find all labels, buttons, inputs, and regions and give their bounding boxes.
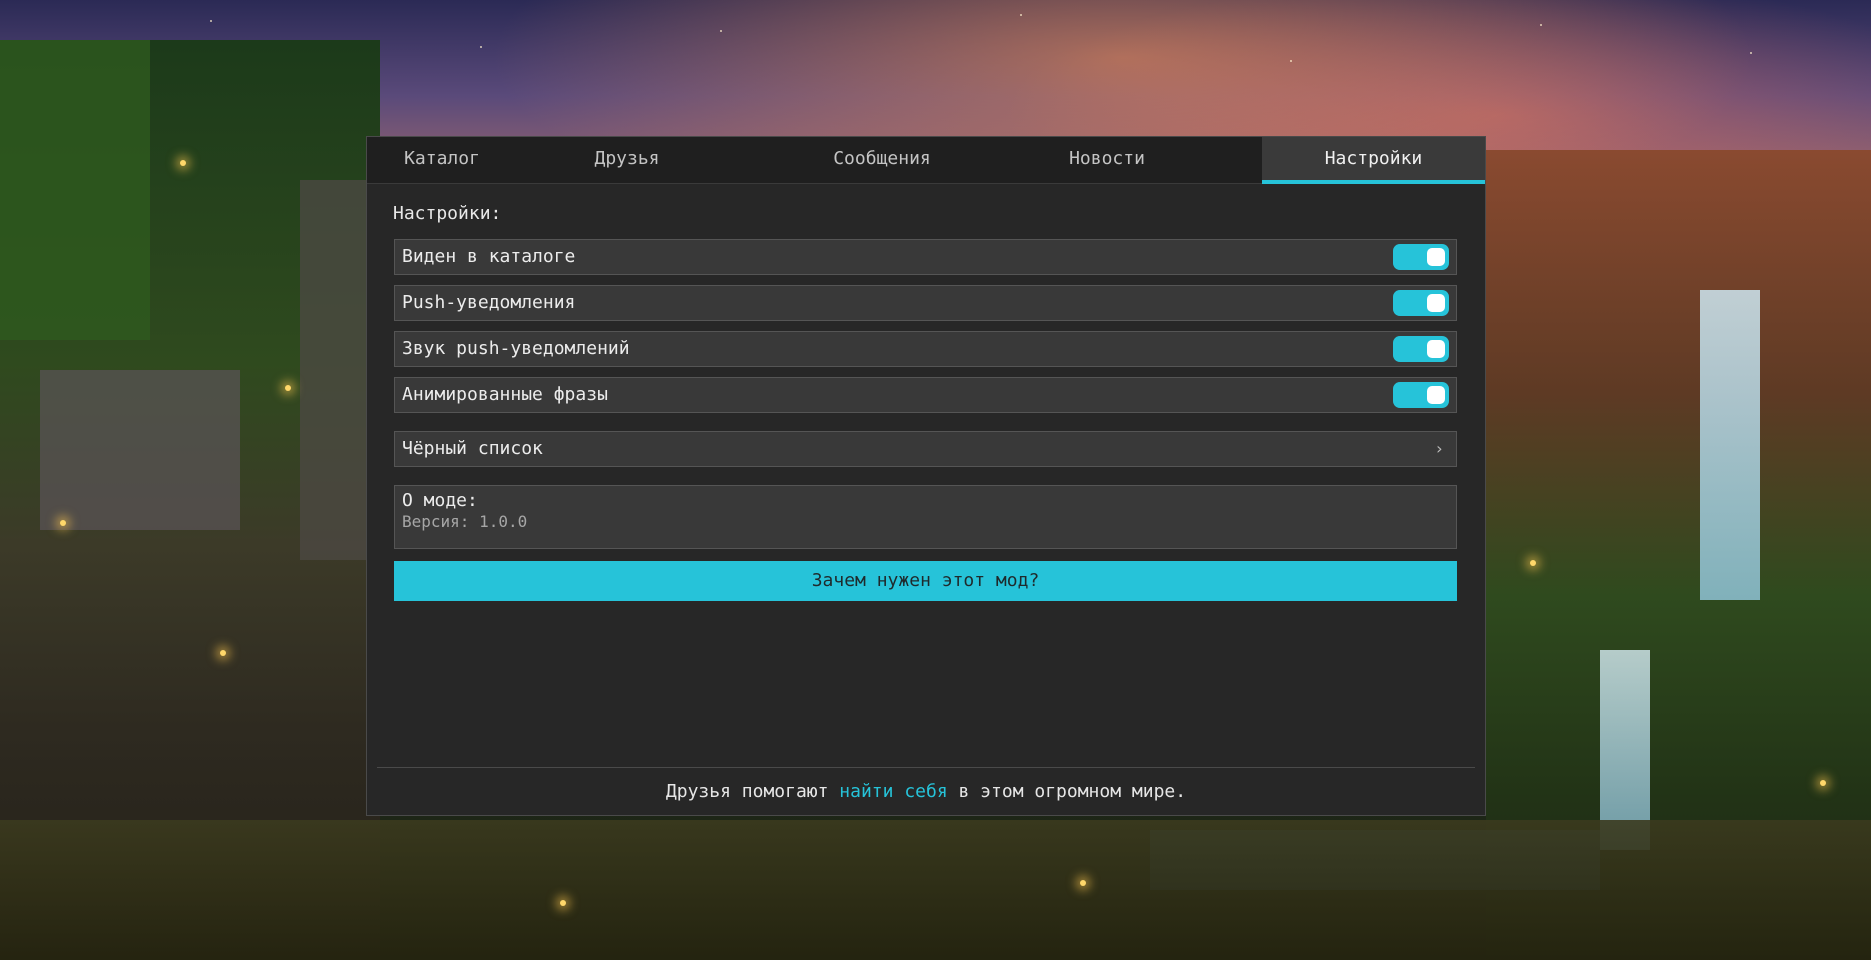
tab-catalog[interactable]: Каталог [367, 137, 517, 184]
toggle-knob [1427, 340, 1445, 358]
catalog-visibility-toggle[interactable] [1393, 244, 1449, 270]
stone-pillar [300, 180, 370, 560]
toggle-knob [1427, 386, 1445, 404]
settings-heading: Настройки: [393, 203, 502, 224]
setting-row-catalog-visibility: Виден в каталоге [394, 239, 1457, 275]
tab-news[interactable]: Новости [1007, 137, 1207, 184]
firefly [560, 900, 566, 906]
setting-row-push-notifications: Push-уведомления [394, 285, 1457, 321]
setting-row-animated-phrases: Анимированные фразы [394, 377, 1457, 413]
firefly [180, 160, 186, 166]
star [480, 46, 482, 48]
tab-bar: Каталог Друзья Сообщения Новости Настрой… [367, 137, 1485, 184]
tab-friends[interactable]: Друзья [517, 137, 737, 184]
why-mod-button[interactable]: Зачем нужен этот мод? [394, 561, 1457, 601]
about-title: О моде: [402, 490, 478, 511]
animated-phrases-toggle[interactable] [1393, 382, 1449, 408]
footer-divider [377, 767, 1475, 768]
left-trees [0, 40, 150, 340]
setting-label: Виден в каталоге [402, 246, 576, 267]
firefly [1820, 780, 1826, 786]
firefly [220, 650, 226, 656]
blacklist-label: Чёрный список [402, 438, 543, 459]
tab-settings[interactable]: Настройки [1262, 137, 1485, 184]
stone-ruins [40, 370, 240, 530]
footer-text-after: в этом огромном мире. [947, 781, 1187, 802]
star [210, 20, 212, 22]
setting-label: Звук push-уведомлений [402, 338, 630, 359]
toggle-knob [1427, 248, 1445, 266]
toggle-knob [1427, 294, 1445, 312]
setting-label: Анимированные фразы [402, 384, 608, 405]
star [720, 30, 722, 32]
firefly [285, 385, 291, 391]
setting-row-push-sound: Звук push-уведомлений [394, 331, 1457, 367]
star [1540, 24, 1542, 26]
firefly [1530, 560, 1536, 566]
star [1750, 52, 1752, 54]
setting-label: Push-уведомления [402, 292, 576, 313]
push-sound-toggle[interactable] [1393, 336, 1449, 362]
footer-tagline: Друзья помогают найти себя в этом огромн… [367, 777, 1485, 807]
ground [0, 820, 1871, 960]
footer-text-before: Друзья помогают [665, 781, 840, 802]
firefly [60, 520, 66, 526]
mod-settings-panel: Каталог Друзья Сообщения Новости Настрой… [366, 136, 1486, 816]
blacklist-button[interactable]: Чёрный список › [394, 431, 1457, 467]
tab-messages[interactable]: Сообщения [767, 137, 997, 184]
version-text: Версия: 1.0.0 [402, 512, 528, 531]
push-notifications-toggle[interactable] [1393, 290, 1449, 316]
firefly [1080, 880, 1086, 886]
waterfall [1700, 290, 1760, 600]
star [1290, 60, 1292, 62]
star [1020, 14, 1022, 16]
about-mod-box: О моде: Версия: 1.0.0 [394, 485, 1457, 549]
chevron-right-icon: › [1434, 439, 1444, 458]
find-yourself-link[interactable]: найти себя [839, 781, 947, 802]
